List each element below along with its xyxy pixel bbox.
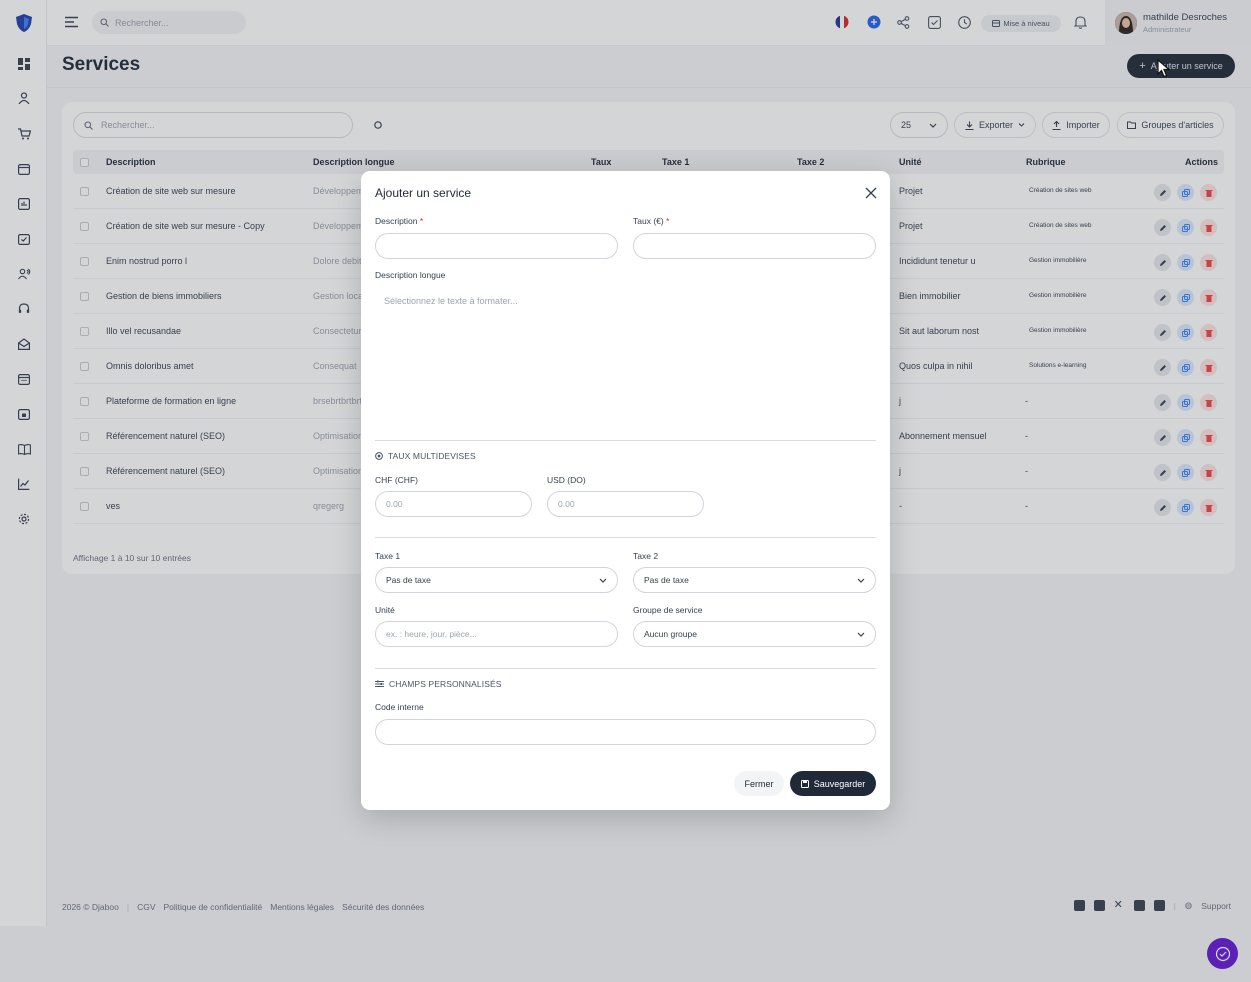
tax2-value: Pas de taxe — [644, 575, 689, 585]
tax2-label: Taxe 2 — [633, 551, 659, 561]
long-description-label: Description longue — [375, 270, 446, 280]
editor-placeholder: Sélectionnez le texte à formater... — [384, 296, 518, 306]
sliders-icon — [375, 680, 384, 687]
tax1-value: Pas de taxe — [386, 575, 431, 585]
currency-icon — [375, 452, 383, 460]
close-button[interactable]: Fermer — [734, 771, 784, 796]
close-icon[interactable] — [865, 187, 877, 199]
tax1-select[interactable]: Pas de taxe — [375, 567, 618, 593]
divider — [375, 537, 876, 538]
internal-code-label: Code interne — [375, 702, 424, 712]
chf-input[interactable]: 0.00 — [375, 491, 532, 517]
service-group-select[interactable]: Aucun groupe — [633, 621, 876, 647]
save-label: Sauvegarder — [813, 778, 866, 789]
description-label: Description * — [375, 216, 424, 226]
long-description-editor[interactable] — [375, 284, 876, 440]
rate-label: Taux (€) * — [633, 216, 670, 226]
tax2-select[interactable]: Pas de taxe — [633, 567, 876, 593]
chevron-down-icon — [857, 578, 865, 583]
chat-button[interactable] — [1207, 938, 1238, 969]
rate-input[interactable] — [633, 233, 876, 259]
description-input[interactable] — [375, 233, 618, 259]
add-service-modal: Ajouter un service Description * Taux (€… — [361, 171, 890, 810]
service-group-value: Aucun groupe — [644, 629, 697, 639]
chevron-down-icon — [599, 578, 607, 583]
tax1-label: Taxe 1 — [375, 551, 401, 561]
divider — [375, 440, 876, 441]
unit-label: Unité — [375, 605, 395, 615]
internal-code-input[interactable] — [375, 719, 876, 745]
service-group-label: Groupe de service — [633, 605, 703, 615]
custom-fields-section-title: CHAMPS PERSONNALISÉS — [375, 679, 502, 689]
chevron-down-icon — [857, 632, 865, 637]
usd-label: USD (DO) — [547, 475, 586, 485]
usd-input[interactable]: 0.00 — [547, 491, 704, 517]
multicurrency-section-title: TAUX MULTIDEVISES — [375, 451, 476, 461]
divider — [375, 668, 876, 669]
modal-title: Ajouter un service — [375, 186, 472, 200]
chat-icon — [1215, 946, 1230, 961]
mouse-cursor-icon — [1157, 59, 1171, 78]
save-button[interactable]: Sauvegarder — [790, 771, 876, 796]
save-icon — [800, 779, 809, 788]
chf-label: CHF (CHF) — [375, 475, 418, 485]
unit-input[interactable]: ex. : heure, jour, pièce... — [375, 621, 618, 647]
